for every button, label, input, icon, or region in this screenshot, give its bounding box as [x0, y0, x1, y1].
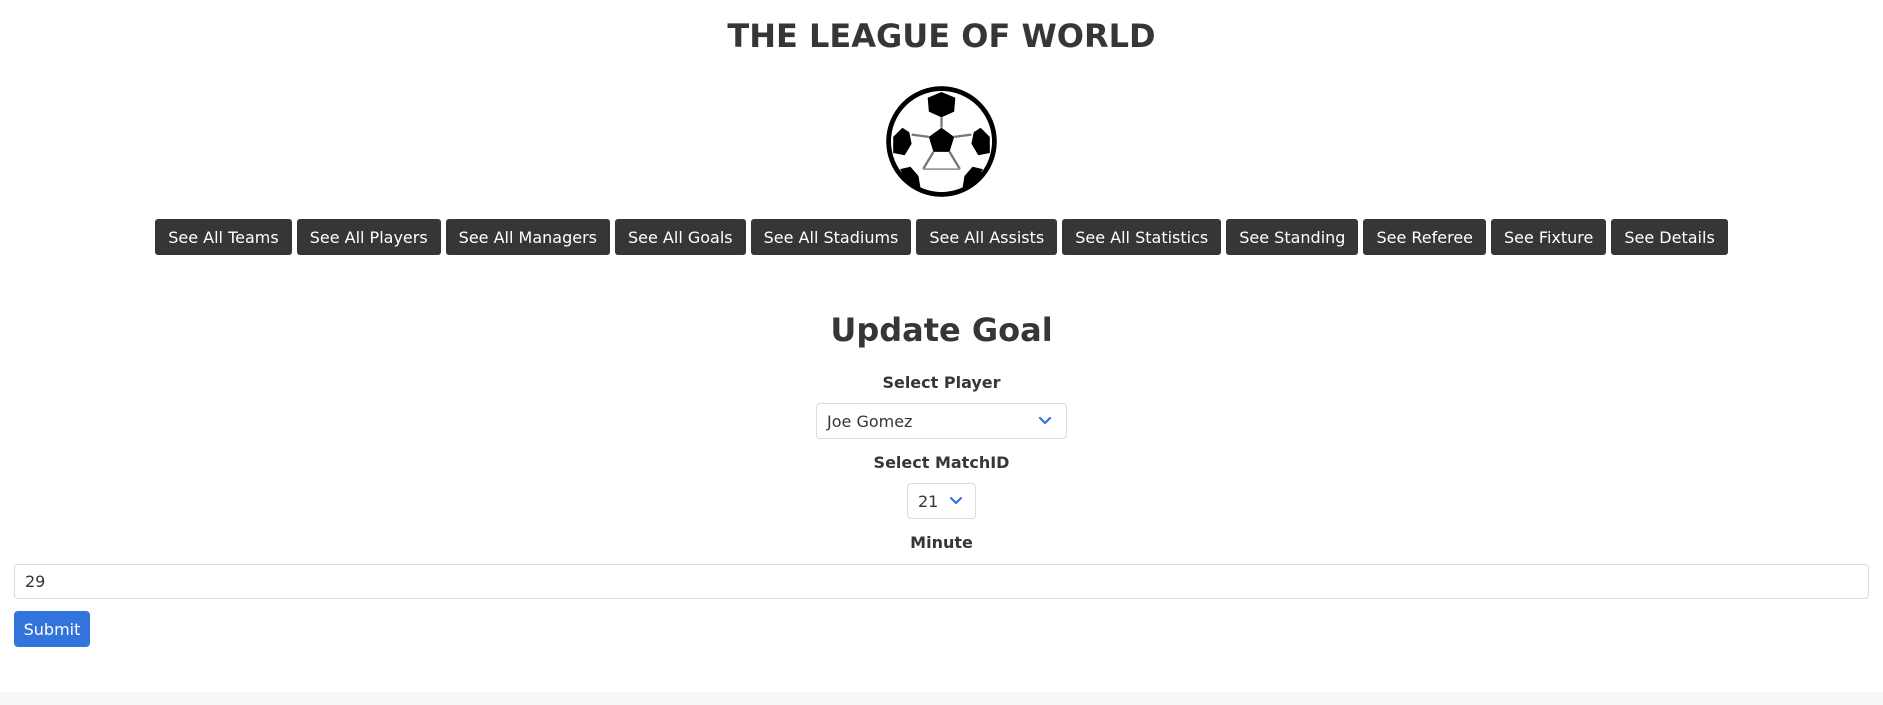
chevron-down-icon [949, 496, 963, 505]
matchid-select[interactable]: 21 [907, 483, 976, 519]
soccer-ball-icon [886, 86, 997, 197]
footer-band [0, 692, 1883, 705]
see-all-goals-button[interactable]: See All Goals [615, 219, 746, 255]
site-title: THE LEAGUE OF WORLD [727, 17, 1156, 55]
nav-bar: See All Teams See All Players See All Ma… [0, 219, 1883, 255]
minute-label: Minute [910, 533, 973, 552]
form-title: Update Goal [830, 311, 1053, 349]
matchid-select-value: 21 [918, 491, 939, 511]
chevron-down-icon [1038, 416, 1052, 425]
see-standing-button[interactable]: See Standing [1226, 219, 1359, 255]
see-details-button[interactable]: See Details [1611, 219, 1728, 255]
see-all-players-button[interactable]: See All Players [296, 219, 441, 255]
submit-button[interactable]: Submit [14, 611, 90, 647]
see-all-assists-button[interactable]: See All Assists [916, 219, 1058, 255]
player-select-value: Joe Gomez [827, 411, 913, 431]
player-select[interactable]: Joe Gomez [816, 403, 1067, 439]
see-all-stadiums-button[interactable]: See All Stadiums [750, 219, 912, 255]
see-referee-button[interactable]: See Referee [1363, 219, 1486, 255]
see-all-statistics-button[interactable]: See All Statistics [1062, 219, 1222, 255]
minute-input[interactable] [14, 564, 1869, 599]
select-player-label: Select Player [882, 373, 1001, 392]
see-all-teams-button[interactable]: See All Teams [155, 219, 292, 255]
see-all-managers-button[interactable]: See All Managers [445, 219, 610, 255]
see-fixture-button[interactable]: See Fixture [1491, 219, 1607, 255]
select-matchid-label: Select MatchID [873, 453, 1010, 472]
page: THE LEAGUE OF WORLD See All Teams See Al… [0, 0, 1883, 705]
